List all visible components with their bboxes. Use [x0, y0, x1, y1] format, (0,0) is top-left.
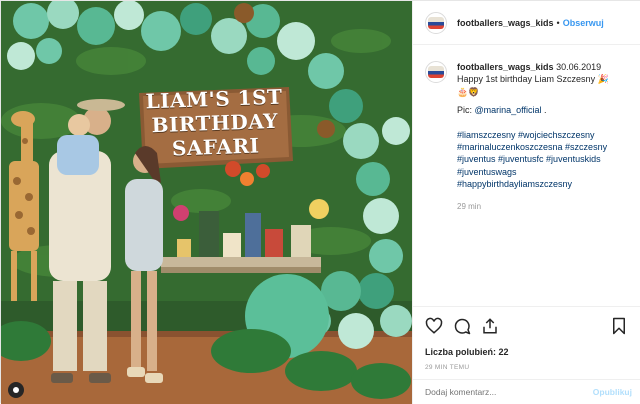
share-icon[interactable] — [481, 317, 501, 337]
likes-count[interactable]: Liczba polubień: 22 — [425, 347, 630, 357]
pic-suffix: . — [541, 105, 547, 116]
comment-bar: Opublikuj — [413, 379, 640, 404]
heart-icon[interactable] — [425, 317, 445, 337]
bookmark-icon[interactable] — [610, 317, 630, 337]
publish-button[interactable]: Opublikuj — [593, 387, 632, 397]
caption-avatar[interactable] — [425, 61, 447, 83]
post-frame: LIAM'S 1ST BIRTHDAY SAFARI footballers_w… — [0, 0, 640, 404]
birthday-sign: LIAM'S 1ST BIRTHDAY SAFARI — [140, 84, 291, 169]
avatar-logo-icon — [428, 66, 444, 78]
hashtag-line[interactable]: #juventus #juventusfc #juventuskids — [457, 153, 609, 165]
pic-label: Pic: — [457, 105, 475, 116]
hashtag-line[interactable]: #happybirthdayliamszczesny — [457, 178, 609, 190]
post-actions: Liczba polubień: 22 29 MIN TEMU — [413, 306, 640, 371]
header-avatar[interactable] — [425, 11, 447, 34]
hashtag-block: #liamszczesny #wojciechszczesny #marinal… — [457, 129, 609, 191]
caption-line-2: 🎂🦁 — [457, 86, 480, 97]
avatar-logo-icon — [428, 16, 444, 29]
caption-line-1: Happy 1st birthday Liam Szczesny 🎉 — [457, 74, 609, 85]
post-caption: footballers_wags_kids 30.06.2019 Happy 1… — [425, 61, 635, 213]
mention-link[interactable]: @marina_official — [475, 105, 542, 115]
post-timestamp[interactable]: 29 MIN TEMU — [425, 364, 630, 371]
profile-icon[interactable] — [8, 382, 24, 398]
follow-button[interactable]: Obserwuj — [563, 18, 604, 28]
caption-date: 30.06.2019 — [556, 62, 602, 72]
hashtag-line[interactable]: #marinaluczenkoszczesna #szczesny — [457, 141, 609, 153]
hashtag-line[interactable]: #juventuswags — [457, 166, 609, 178]
hashtag-line[interactable]: #liamszczesny #wojciechszczesny — [457, 129, 609, 141]
post-photo[interactable]: LIAM'S 1ST BIRTHDAY SAFARI — [1, 1, 412, 404]
photo-illustration — [1, 1, 412, 404]
caption-text: footballers_wags_kids 30.06.2019 Happy 1… — [457, 61, 609, 213]
post-sidebar: footballers_wags_kids • Obserwuj footbal… — [412, 1, 640, 404]
post-header: footballers_wags_kids • Obserwuj — [413, 1, 640, 45]
comment-input[interactable] — [425, 387, 593, 397]
header-username[interactable]: footballers_wags_kids — [457, 18, 554, 28]
header-separator: • — [556, 17, 560, 28]
action-icons — [425, 317, 630, 337]
comment-icon[interactable] — [453, 317, 473, 337]
caption-username[interactable]: footballers_wags_kids — [457, 62, 554, 72]
caption-time: 29 min — [457, 201, 482, 211]
